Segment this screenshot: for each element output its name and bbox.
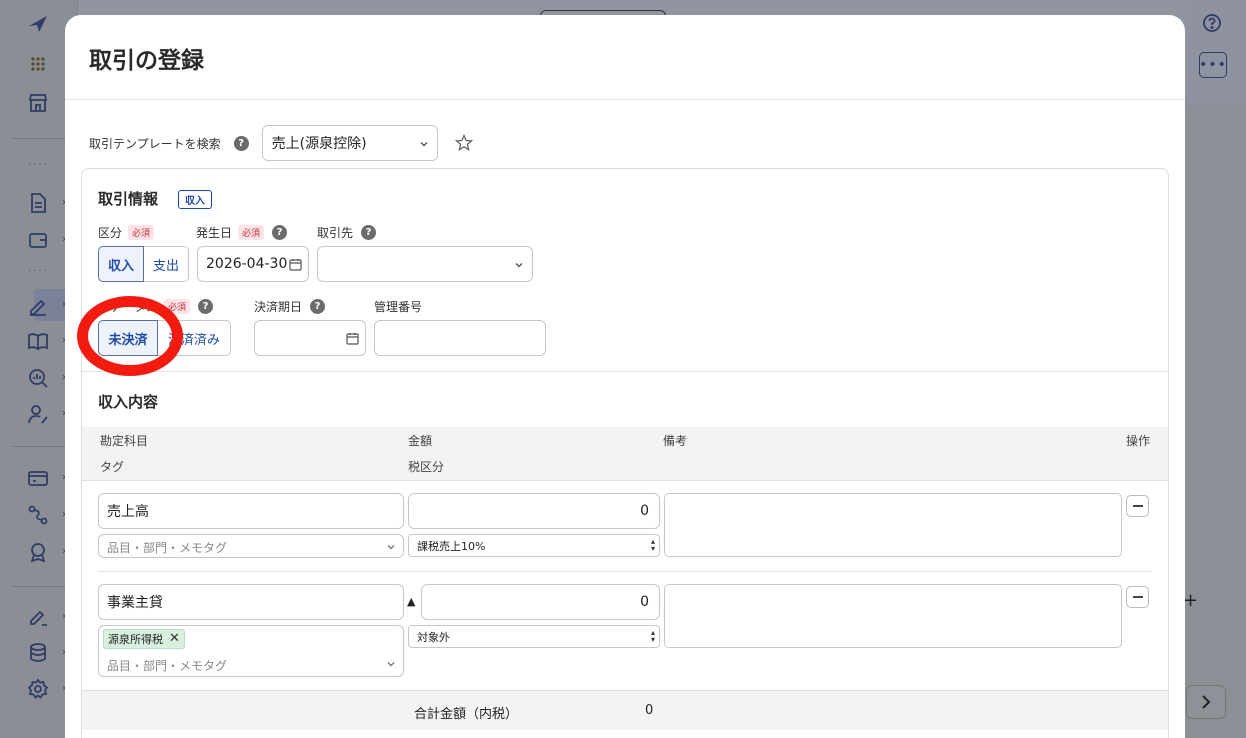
chevron-down-icon [386,659,396,669]
deduction-triangle: ▲ [407,595,416,608]
due-date-label: 決済期日 ? [254,298,326,315]
table-row-memo-textarea[interactable] [664,493,1122,557]
minus-icon [1132,596,1143,598]
document-icon[interactable] [26,191,50,215]
division-label: 区分 必須 [98,224,155,241]
star-icon[interactable] [454,133,474,153]
help-icon[interactable]: ? [272,225,288,240]
date-input[interactable]: 2026-04-30 [197,246,309,282]
total-label: 合計金額（内税） [414,707,519,722]
remove-row-button[interactable] [1126,495,1149,517]
header-action: 操作 [1126,434,1151,448]
transaction-register-modal: 取引の登録 取引テンプレートを検索 ? 売上(源泉控除) 取引情報 収入 区分 … [65,15,1185,738]
total-row: 合計金額（内税） 0 [82,690,1168,730]
modal-title: 取引の登録 [89,48,204,74]
book-icon[interactable] [26,329,50,353]
management-number-label: 管理番号 [374,300,423,314]
tag-chip: 源泉所得税 ✕ [103,629,185,649]
modal-header: 取引の登録 [65,15,1185,100]
badge-icon[interactable] [26,540,50,564]
chevron-down-icon [514,260,524,270]
table-row-amount-input[interactable]: 0 [421,584,660,620]
wallet-icon[interactable] [26,228,50,252]
database-icon[interactable] [26,641,50,665]
transaction-info-title: 取引情報 [98,190,159,208]
help-icon[interactable]: ? [198,299,214,314]
header-amount: 金額 [408,434,433,448]
header-account: 勘定科目 [100,434,149,448]
user-percent-icon[interactable] [26,402,50,426]
signature-icon[interactable] [26,605,50,629]
calendar-icon[interactable] [346,332,359,345]
division-income-option[interactable]: 収入 [98,246,144,282]
income-contents-title: 収入内容 [98,393,159,411]
partner-select[interactable] [317,246,533,282]
table-row-tax-select[interactable]: 課税売上10% ▴ ▾ [408,534,660,557]
required-badge: 必須 [128,225,155,240]
card-icon[interactable] [26,466,50,490]
app-logo-icon [26,12,50,36]
pen-ledger-icon[interactable] [26,293,50,317]
template-search-label: 取引テンプレートを検索 [89,136,221,151]
template-select-value: 売上(源泉控除) [271,136,367,152]
partner-label: 取引先 ? [317,224,377,241]
settled-option[interactable]: 決済済み [158,320,231,356]
template-select[interactable]: 売上(源泉控除) [261,125,438,161]
type-badge: 収入 [178,190,212,209]
help-icon[interactable]: ? [233,135,249,151]
settings-gear-icon[interactable] [26,677,50,701]
division-toggle: 収入 支出 [98,246,189,282]
help-circle-icon[interactable] [1202,13,1222,33]
required-badge: 必須 [238,225,265,240]
table-row-tag-select[interactable]: 品目・部門・メモタグ [98,534,404,558]
header-memo: 備考 [663,434,688,448]
table-row-amount-input[interactable]: 0 [408,493,660,529]
settlement-toggle: 未決済 決済済み [98,320,231,356]
minus-icon [1132,505,1143,507]
remove-row-button[interactable] [1126,586,1149,608]
income-table-header: 勘定科目 金額 備考 操作 タグ 税区分 [82,427,1168,481]
next-page-button[interactable] [1186,685,1226,719]
transaction-form-card: 取引情報 収入 区分 必須 収入 支出 発生日 必須 ? 2026-04-30 … [81,168,1169,738]
template-search-row: 取引テンプレートを検索 ? 売上(源泉控除) [89,125,474,161]
apps-grid-icon[interactable] [26,52,50,76]
division-expense-option[interactable]: 支出 [144,246,189,282]
table-row-account-input[interactable]: 売上高 [98,493,404,529]
settlement-status-label: ステータス 必須 ? [98,298,214,315]
store-icon[interactable] [26,91,50,115]
header-tax: 税区分 [408,460,445,474]
header-tag: タグ [100,460,125,474]
chevron-down-icon [386,542,396,552]
table-row-tag-select[interactable]: 源泉所得税 ✕ 品目・部門・メモタグ [98,625,404,677]
search-chart-icon[interactable] [26,366,50,390]
table-row-tax-select[interactable]: 対象外 ▴ ▾ [408,625,660,648]
unsettled-option[interactable]: 未決済 [98,320,158,356]
date-input-value: 2026-04-30 [206,256,288,272]
total-value: 0 [645,703,654,718]
table-row-account-input[interactable]: 事業主貸 [98,584,404,620]
table-row-memo-textarea[interactable] [664,584,1122,648]
due-date-input[interactable] [254,320,366,356]
calendar-icon[interactable] [289,258,302,271]
more-menu-button[interactable]: ••• [1199,52,1227,78]
close-icon[interactable]: ✕ [169,632,180,645]
route-icon[interactable] [26,503,50,527]
management-number-input[interactable] [374,320,546,356]
required-badge: 必須 [164,299,191,314]
help-icon[interactable]: ? [310,299,326,314]
help-icon[interactable]: ? [361,225,377,240]
date-label: 発生日 必須 ? [196,224,288,241]
add-icon[interactable]: + [1183,590,1198,611]
chevron-down-icon [419,139,429,149]
